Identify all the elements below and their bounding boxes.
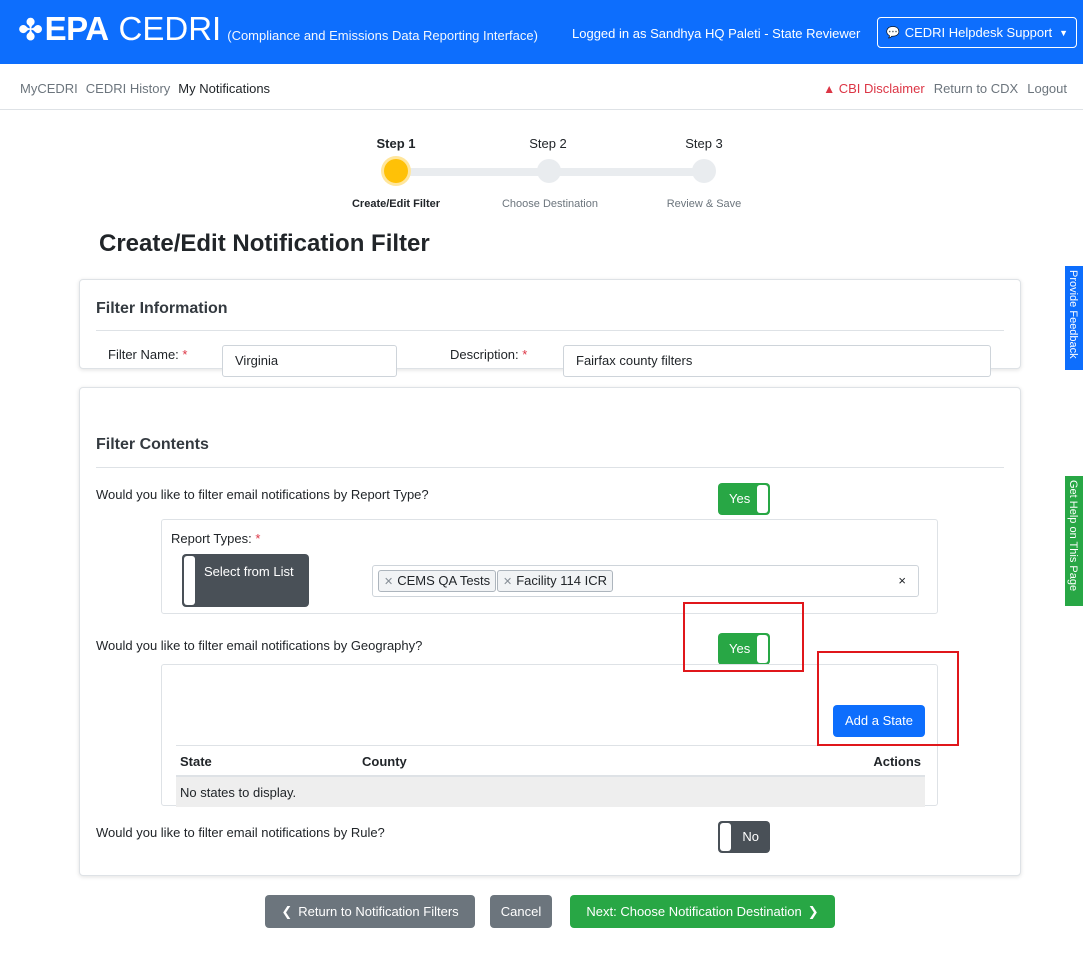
chevron-right-icon: ❯ [807,903,819,919]
step-1-dot [384,159,408,183]
filter-contents-title: Filter Contents [96,436,209,453]
highlight-box-add-state [817,651,959,746]
nav-left: MyCEDRI CEDRI History My Notifications [20,81,270,96]
report-types-label: Report Types: * [171,531,261,546]
description-input[interactable]: Fairfax county filters [563,345,991,377]
step-2-dot [537,159,561,183]
required-marker: * [522,347,528,362]
county-column-header: County [362,754,407,769]
report-type-chip[interactable]: ✕ CEMS QA Tests [378,570,497,592]
helpdesk-label: CEDRI Helpdesk Support [904,25,1053,40]
actions-column-header: Actions [873,754,921,769]
toggle-knob [184,556,195,605]
states-table-header: State County Actions [176,745,925,777]
report-type-question: Would you like to filter email notificat… [96,487,429,502]
step-3-dot [692,159,716,183]
empty-message: No states to display. [180,785,297,800]
report-types-multiselect[interactable]: ✕ CEMS QA Tests ✕ Facility 114 ICR × [372,565,919,597]
report-type-toggle[interactable]: Yes [718,483,770,515]
return-to-notification-filters-button[interactable]: ❮ Return to Notification Filters [265,895,475,928]
clear-all-icon[interactable]: × [898,573,906,588]
logged-in-text: Logged in as Sandhya HQ Paleti - State R… [572,26,861,41]
select-from-list-toggle[interactable]: Select from List [182,554,309,607]
provide-feedback-tab[interactable]: Provide Feedback [1065,266,1083,370]
step-3-label: Review & Save [666,198,742,210]
helpdesk-support-button[interactable]: 💬 CEDRI Helpdesk Support ▼ [877,17,1077,48]
toggle-knob [720,823,731,851]
step-3-title: Step 3 [685,136,723,151]
card-divider [96,467,1004,468]
required-marker: * [182,347,188,362]
chevron-left-icon: ❮ [281,903,293,919]
chat-icon: 💬 [885,27,900,39]
toggle-knob [757,485,768,513]
rule-toggle[interactable]: No [718,821,770,853]
top-header: ✤EPA CEDRI (Compliance and Emissions Dat… [0,0,1083,64]
card-divider [96,330,1004,331]
app-name: CEDRI [118,10,222,47]
epa-seal-icon: ✤ [18,14,43,47]
nav-item-cedri-history[interactable]: CEDRI History [86,81,171,96]
state-column-header: State [180,754,212,769]
highlight-box-geography-toggle [683,602,804,672]
page-title: Create/Edit Notification Filter [99,230,430,257]
brand[interactable]: ✤EPA CEDRI (Compliance and Emissions Dat… [18,10,538,48]
warning-icon: ▲ [823,82,836,96]
next-choose-destination-button[interactable]: Next: Choose Notification Destination ❯ [570,895,835,928]
step-1-label: Create/Edit Filter [351,198,441,210]
cbi-disclaimer-link[interactable]: ▲ CBI Disclaimer [823,81,924,96]
remove-icon[interactable]: ✕ [503,576,512,588]
nav-bar: MyCEDRI CEDRI History My Notifications ▲… [0,64,1083,110]
step-2-label: Choose Destination [501,198,598,210]
required-marker: * [255,531,261,546]
filter-name-label: Filter Name: * [108,347,188,362]
filter-information-card: Filter Information Filter Name: * Virgin… [79,279,1021,377]
return-to-cdx-link[interactable]: Return to CDX [934,81,1019,96]
filter-contents-card: Filter Contents Would you like to filter… [79,387,1021,876]
nav-item-mycedri[interactable]: MyCEDRI [20,81,78,96]
remove-icon[interactable]: ✕ [384,576,393,588]
logout-link[interactable]: Logout [1027,81,1067,96]
nav-right: ▲ CBI Disclaimer Return to CDX Logout [823,81,1067,96]
empty-table-row: No states to display. [176,777,925,807]
step-2-title: Step 2 [529,136,567,151]
description-label: Description: * [450,347,528,362]
step-1-title: Step 1 [376,136,416,151]
filter-name-input[interactable]: Virginia [222,345,397,377]
rule-question: Would you like to filter email notificat… [96,825,385,840]
geography-question: Would you like to filter email notificat… [96,638,423,653]
filter-information-title: Filter Information [96,300,228,317]
report-type-chip[interactable]: ✕ Facility 114 ICR [497,570,614,592]
caret-down-icon: ▼ [1059,27,1069,38]
nav-item-my-notifications[interactable]: My Notifications [178,81,270,96]
get-help-tab[interactable]: Get Help on This Page [1065,476,1083,606]
report-types-box: Report Types: * Select from List ✕ CEMS Q… [161,519,938,614]
cancel-button[interactable]: Cancel [490,895,552,928]
epa-logo: ✤EPA [18,10,109,47]
app-subtitle: (Compliance and Emissions Data Reporting… [227,28,538,43]
